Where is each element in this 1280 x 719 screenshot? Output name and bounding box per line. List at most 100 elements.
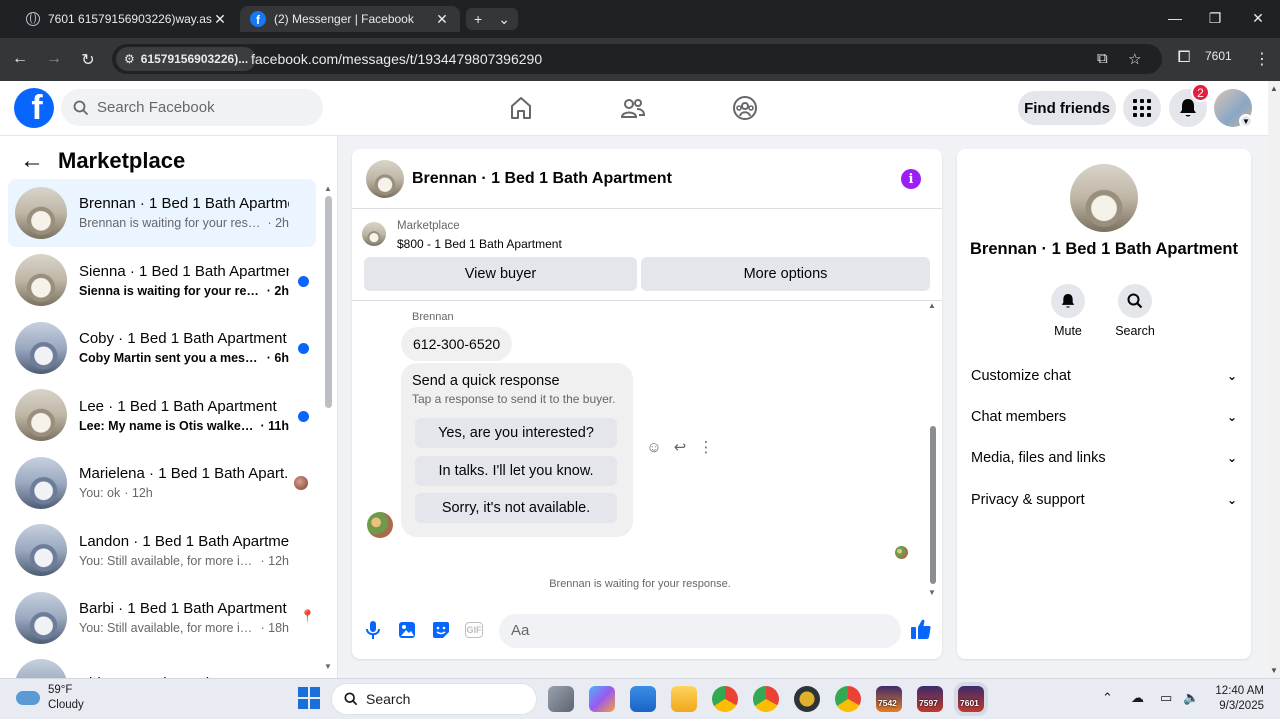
back-arrow-icon[interactable]: ← <box>10 50 30 68</box>
conversation-item[interactable]: Barbi · 1 Bed 1 Bath Apartment You: Still… <box>8 584 316 652</box>
like-thumb-icon[interactable] <box>910 618 932 640</box>
maximize-icon[interactable]: ❐ <box>1205 10 1225 27</box>
chevron-down-icon: ⌄ <box>1226 451 1237 465</box>
cloud-offline-icon[interactable]: ☁ <box>1131 690 1144 706</box>
file-explorer-icon[interactable] <box>671 686 697 712</box>
friends-icon[interactable] <box>620 95 646 121</box>
scroll-down-icon[interactable]: ▼ <box>1270 666 1278 675</box>
app-icon[interactable] <box>794 686 820 712</box>
tab-search-chevron-icon[interactable]: ⌄ <box>498 11 510 28</box>
message-input[interactable] <box>511 622 851 639</box>
message-bubble[interactable]: 612-300-6520 <box>401 327 513 361</box>
find-friends-button[interactable]: Find friends <box>1018 91 1116 125</box>
customize-chat-section[interactable]: Customize chat ⌄ <box>971 361 1237 391</box>
chrome-profile-icon[interactable] <box>753 686 779 712</box>
start-windows-icon[interactable] <box>298 687 320 709</box>
profile-label[interactable]: 7601 <box>1205 49 1232 63</box>
scroll-up-icon[interactable]: ▲ <box>324 184 332 193</box>
site-info-chip[interactable]: ⚙ 61579156903226)... <box>116 47 257 71</box>
conversation-text: Brennan · 1 Bed 1 Bath Apartment Brennan … <box>79 195 289 230</box>
bookmark-star-icon[interactable]: ☆ <box>1128 50 1141 68</box>
conversation-item[interactable]: Landon · 1 Bed 1 Bath Apartment You: Stil… <box>8 517 316 585</box>
chrome-icon[interactable] <box>835 686 861 712</box>
browser-tab-2[interactable]: f (2) Messenger | Facebook ✕ <box>240 6 460 32</box>
search-label: Search <box>1115 324 1155 338</box>
minimize-icon[interactable]: — <box>1165 10 1185 26</box>
reload-icon[interactable]: ↻ <box>78 50 98 70</box>
reply-arrow-icon[interactable]: ↩ <box>667 438 693 456</box>
conversation-item[interactable]: Marielena · 1 Bed 1 Bath Apart... You: ok… <box>8 449 316 517</box>
details-avatar[interactable] <box>1070 164 1138 232</box>
chevron-down-icon[interactable]: ▼ <box>1239 114 1253 128</box>
chat-title[interactable]: Brennan · 1 Bed 1 Bath Apartment <box>412 170 672 188</box>
photo-icon[interactable] <box>396 619 418 641</box>
browser-menu-icon[interactable]: ⋮ <box>1252 49 1272 69</box>
microphone-icon[interactable] <box>362 619 384 641</box>
weather-widget[interactable]: 59°F Cloudy <box>16 683 84 713</box>
privacy-support-section[interactable]: Privacy & support ⌄ <box>971 485 1237 515</box>
close-window-icon[interactable]: ✕ <box>1248 10 1268 27</box>
scrollbar-thumb[interactable] <box>325 196 332 408</box>
sidebar-scrollbar[interactable]: ▲ ▼ <box>323 184 333 678</box>
search-in-chat-button[interactable]: Search <box>1105 284 1165 338</box>
menu-grid-button[interactable] <box>1123 89 1161 127</box>
chat-members-section[interactable]: Chat members ⌄ <box>971 402 1237 432</box>
more-options-button[interactable]: More options <box>641 257 930 291</box>
new-tab-icon[interactable]: + <box>474 11 482 27</box>
copilot-icon[interactable] <box>589 686 615 712</box>
address-bar[interactable]: ⚙ 61579156903226)... facebook.com/messag… <box>112 44 1162 74</box>
mute-button[interactable]: Mute <box>1038 284 1098 338</box>
media-files-links-section[interactable]: Media, files and links ⌄ <box>971 443 1237 473</box>
close-tab-icon[interactable]: ✕ <box>212 11 228 28</box>
info-icon[interactable]: i <box>901 169 921 189</box>
facebook-search[interactable] <box>61 89 323 126</box>
scroll-down-icon[interactable]: ▼ <box>928 588 936 597</box>
forward-arrow-icon[interactable]: → <box>44 50 64 68</box>
conversation-name: Sienna · 1 Bed 1 Bath Apartment <box>79 262 289 280</box>
gif-icon[interactable]: GIF <box>465 622 483 638</box>
listing-title[interactable]: $800 - 1 Bed 1 Bath Apartment <box>397 237 562 251</box>
volume-icon[interactable]: 🔈 <box>1183 690 1199 706</box>
browser-tab-1[interactable]: 7601 61579156903226)way.asc ✕ <box>16 6 238 32</box>
url-text[interactable]: facebook.com/messages/t/1934479807396290 <box>251 51 542 67</box>
scroll-up-icon[interactable]: ▲ <box>928 301 936 310</box>
home-icon[interactable] <box>508 95 534 121</box>
conversation-details-panel: Brennan · 1 Bed 1 Bath Apartment Mute Se… <box>957 149 1251 659</box>
conversation-item[interactable]: Elder · 1 Bed 1 Bath Apartment <box>8 652 316 678</box>
scrollbar-thumb[interactable] <box>930 426 936 584</box>
taskbar-search[interactable]: Search <box>331 683 537 715</box>
listing-thumbnail[interactable] <box>362 222 386 246</box>
quick-response-not-available-button[interactable]: Sorry, it's not available. <box>415 493 617 523</box>
page-scrollbar[interactable]: ▲ ▼ <box>1268 81 1280 678</box>
quick-response-in-talks-button[interactable]: In talks. I'll let you know. <box>415 456 617 486</box>
scroll-down-icon[interactable]: ▼ <box>324 662 332 671</box>
install-app-icon[interactable]: ⧉ <box>1097 50 1108 67</box>
back-arrow-icon[interactable]: ← <box>20 149 44 173</box>
view-buyer-button[interactable]: View buyer <box>364 257 637 291</box>
task-view-icon[interactable] <box>548 686 574 712</box>
chrome-icon[interactable] <box>712 686 738 712</box>
groups-icon[interactable] <box>732 95 758 121</box>
chevron-up-icon[interactable]: ⌃ <box>1102 690 1113 706</box>
system-clock[interactable]: 12:40 AM 9/3/2025 <box>1208 684 1264 714</box>
sender-avatar[interactable] <box>367 512 393 538</box>
close-tab-icon[interactable]: ✕ <box>434 11 450 28</box>
browser-toolbar: ← → ↻ ⚙ 61579156903226)... facebook.com/… <box>0 38 1280 81</box>
chat-avatar[interactable] <box>366 159 404 198</box>
store-icon[interactable] <box>630 686 656 712</box>
message-input-box[interactable] <box>499 614 901 648</box>
conversation-item[interactable]: Coby · 1 Bed 1 Bath Apartment Coby Martin… <box>8 314 316 382</box>
facebook-logo-icon[interactable]: f <box>14 88 54 128</box>
conversation-item[interactable]: Sienna · 1 Bed 1 Bath Apartment Sienna is… <box>8 247 316 315</box>
search-input[interactable] <box>97 99 307 116</box>
network-icon[interactable]: ▭ <box>1160 690 1172 706</box>
extensions-icon[interactable]: ⧠ <box>1174 49 1194 67</box>
thread-scrollbar[interactable]: ▲ ▼ <box>928 301 938 600</box>
sticker-icon[interactable] <box>430 619 452 641</box>
conversation-item[interactable]: Lee · 1 Bed 1 Bath Apartment Lee: My name… <box>8 382 316 450</box>
scroll-up-icon[interactable]: ▲ <box>1270 84 1278 93</box>
conversation-item[interactable]: Brennan · 1 Bed 1 Bath Apartment Brennan … <box>8 179 316 247</box>
quick-response-yes-button[interactable]: Yes, are you interested? <box>415 418 617 448</box>
react-emoji-icon[interactable]: ☺ <box>641 439 667 456</box>
more-vertical-icon[interactable]: ⋮ <box>693 438 719 456</box>
